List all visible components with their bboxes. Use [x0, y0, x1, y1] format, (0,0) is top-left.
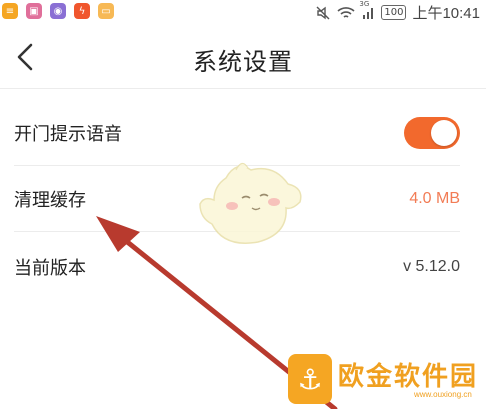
clock: 上午10:41 [412, 5, 480, 22]
header: 系统设置 [0, 26, 486, 86]
watermark-url: www.ouxiong.cn [414, 390, 472, 399]
notification-app-icons: ≡ ▣ ◉ ϟ ▭ [2, 3, 114, 19]
setting-row-voice-prompt: 开门提示语音 [0, 100, 486, 166]
mute-icon [315, 5, 331, 21]
version-value: v 5.12.0 [403, 258, 460, 275]
voice-prompt-toggle[interactable] [404, 117, 460, 149]
watermark-logo: ⚓ 欧金软件园 www.ouxiong.cn [288, 350, 486, 409]
toggle-knob [431, 120, 457, 146]
cache-size-value: 4.0 MB [409, 190, 460, 207]
watermark-text: 欧金软件园 [338, 362, 479, 392]
status-indicators: 3G 100 上午10:41 [315, 0, 480, 23]
folder-app-icon: ▭ [98, 3, 114, 19]
notes-app-icon: ≡ [2, 3, 18, 19]
camera-app-icon: ◉ [50, 3, 66, 19]
header-divider [0, 88, 486, 89]
page-title: 系统设置 [193, 48, 293, 76]
mascot-sticker-image [199, 162, 302, 244]
gallery-app-icon: ▣ [26, 3, 42, 19]
status-bar: ≡ ▣ ◉ ϟ ▭ 3G 100 上午10:41 [0, 0, 486, 26]
signal-icon: 3G [359, 0, 375, 20]
flash-app-icon: ϟ [74, 3, 90, 19]
version-label: 当前版本 [14, 258, 86, 279]
voice-prompt-label: 开门提示语音 [14, 124, 122, 145]
wifi-icon [337, 6, 355, 20]
clear-cache-label: 清理缓存 [14, 190, 86, 211]
watermark-logo-icon: ⚓ [288, 354, 332, 404]
battery-indicator: 100 [381, 5, 407, 20]
network-type-label: 3G [359, 0, 370, 8]
